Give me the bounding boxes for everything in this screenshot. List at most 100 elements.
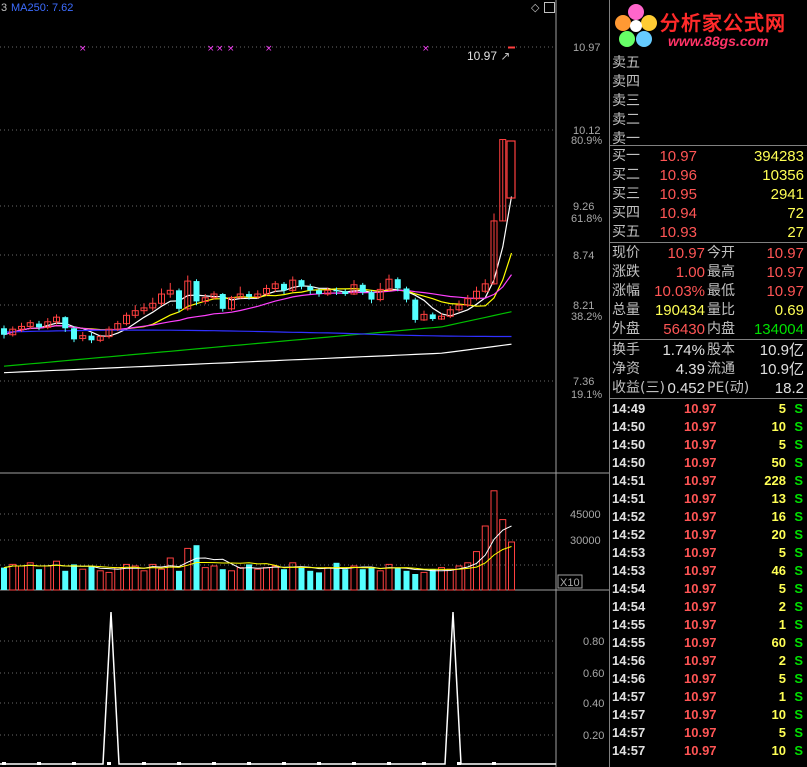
kline-chart-area[interactable]: × × × × × × 10.9710.129.268.748.217.3680.9%61…: [0, 0, 609, 767]
order-price: 10.96: [659, 167, 697, 184]
tick-price: 10.97: [684, 725, 717, 740]
tick-volume: 5: [778, 725, 786, 740]
finance-row: 净资 4.39 流通 10.9亿: [610, 360, 807, 379]
tick-time: 14:52: [612, 509, 646, 524]
tick-side: S: [794, 725, 803, 740]
tick-time: 14:50: [612, 455, 646, 470]
order-label: 卖二: [612, 112, 640, 128]
tick-price: 10.97: [684, 707, 717, 722]
diamond-icon[interactable]: ◇: [531, 1, 539, 14]
quote-value: 56430: [663, 321, 705, 338]
indicator-dot: [457, 762, 461, 765]
tick-price: 10.97: [684, 581, 717, 596]
tick-volume: 5: [778, 671, 786, 686]
tick-volume: 5: [778, 581, 786, 596]
tick-row: 14:51 10.97 228 S: [610, 472, 807, 490]
indicator-tick-label: 0.20: [583, 730, 604, 742]
tick-volume: 16: [771, 509, 786, 524]
indicator-dot: [492, 762, 496, 765]
tick-volume: 1: [778, 689, 786, 704]
candle-body-down: [176, 290, 182, 309]
tick-volume: 60: [771, 635, 786, 650]
tick-volume: 10: [771, 707, 786, 722]
volume-bars: [1, 490, 515, 591]
tick-time: 14:56: [612, 671, 646, 686]
volume-bar-up: [508, 541, 515, 591]
tick-row: 14:55 10.97 60 S: [610, 634, 807, 652]
tick-side: S: [794, 509, 803, 524]
signal-marker: ×: [79, 44, 87, 54]
percent-tick-label: 80.9%: [571, 135, 602, 147]
volume-bar-down: [281, 569, 287, 590]
candle-body-down: [219, 294, 226, 309]
volume-bar-down: [342, 569, 349, 590]
candle-body-down: [412, 299, 419, 320]
indicator-dot: [37, 762, 41, 765]
chart-header: 3 MA250: 7.62 ◇: [0, 2, 556, 16]
volume-bar-up: [201, 567, 209, 591]
tick-side: S: [794, 419, 803, 434]
tick-row: 14:55 10.97 1 S: [610, 616, 807, 634]
candle-body-down: [193, 281, 200, 302]
tick-row: 14:57 10.97 5 S: [610, 724, 807, 742]
tick-side: S: [794, 671, 803, 686]
tick-row: 14:57 10.97 10 S: [610, 742, 807, 760]
quote-value: 10.97: [766, 264, 804, 281]
quote-value: 10.97: [667, 245, 705, 262]
volume-bar-up: [166, 557, 174, 591]
tick-time: 14:49: [612, 401, 646, 416]
tick-row: 14:56 10.97 2 S: [610, 652, 807, 670]
quote-value: 134004: [753, 321, 804, 338]
finance-value: 18.2: [774, 380, 804, 397]
buy-order-row: 买二 10.96 10356: [610, 166, 807, 185]
tick-row: 14:51 10.97 13 S: [610, 490, 807, 508]
tick-time: 14:52: [612, 527, 646, 542]
volume-bar-down: [429, 569, 436, 590]
quote-label: 最低: [707, 283, 735, 299]
tick-row: 14:57 10.97 10 S: [610, 706, 807, 724]
quote-value: 10.97: [766, 245, 804, 262]
candle-body-down: [71, 328, 77, 340]
tick-time: 14:57: [612, 689, 646, 704]
volume-bar-up: [228, 570, 235, 591]
volume-bar-up: [9, 563, 17, 591]
finance-value: 10.9亿: [759, 361, 804, 378]
tick-row: 14:52 10.97 20 S: [610, 526, 807, 544]
candle-body-down: [333, 290, 340, 292]
buy-order-row: 买一 10.97 394283: [610, 147, 807, 166]
candle-body-down: [281, 283, 287, 291]
candle-body-down: [88, 335, 95, 341]
percent-tick-label: 19.1%: [571, 389, 602, 401]
quote-row: 涨幅 10.03% 最低 10.97: [610, 282, 807, 301]
volume-bar-up: [158, 568, 165, 591]
high-price-marker: 10.97 ↗: [467, 49, 510, 63]
quote-label: 现价: [612, 245, 640, 261]
tick-row: 14:50 10.97 5 S: [610, 436, 807, 454]
candle-body-down: [307, 286, 314, 291]
volume-bar-up: [210, 565, 218, 591]
window-restore-icon[interactable]: [544, 2, 555, 13]
tick-side: S: [794, 599, 803, 614]
tick-price: 10.97: [684, 617, 717, 632]
quote-label: 外盘: [612, 321, 640, 337]
tick-row: 14:49 10.97 5 S: [610, 400, 807, 418]
finance-row: 换手 1.74% 股本 10.9亿: [610, 341, 807, 360]
volume-bar-up: [446, 568, 454, 591]
finance-value: 1.74%: [662, 342, 705, 359]
signal-marker: ×: [227, 44, 235, 54]
volume-bar-down: [219, 569, 226, 590]
tick-price: 10.97: [684, 509, 717, 524]
volume-bar-up: [26, 562, 34, 591]
sell-order-row: 卖三: [610, 92, 807, 111]
tick-row: 14:52 10.97 16 S: [610, 508, 807, 526]
volume-bar-up: [350, 565, 358, 591]
tick-volume: 2: [778, 599, 786, 614]
arrow-icon: ↗: [500, 49, 511, 63]
quote-label: 量比: [707, 302, 735, 318]
logo-url[interactable]: www.88gs.com: [668, 33, 769, 49]
tick-side: S: [794, 527, 803, 542]
grid-lines: [0, 0, 609, 767]
percent-tick-label: 38.2%: [571, 311, 602, 323]
ma60-line: [3, 311, 512, 367]
tick-row: 14:50 10.97 10 S: [610, 418, 807, 436]
